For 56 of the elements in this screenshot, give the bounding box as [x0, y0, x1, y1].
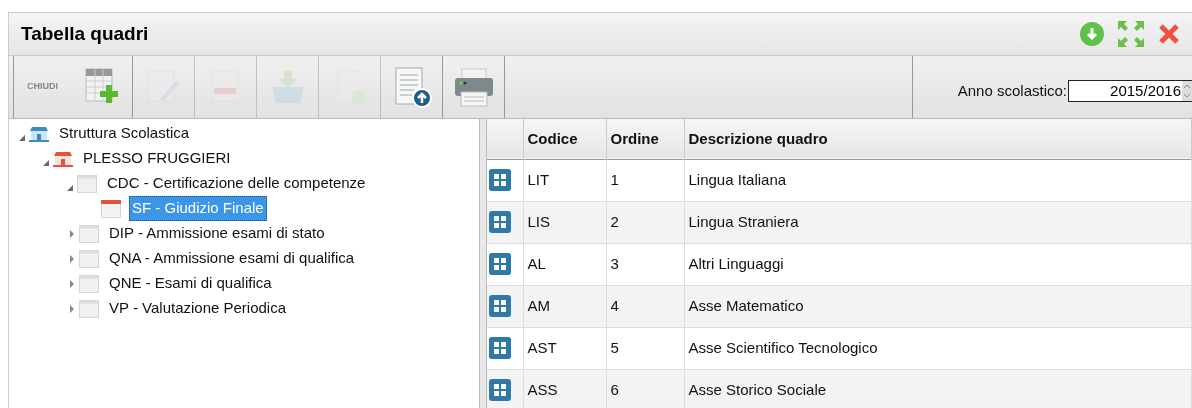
table-cell: LIT	[523, 159, 606, 201]
table-cell: ASS	[523, 369, 606, 408]
grid-icon[interactable]	[489, 337, 511, 359]
table-cell: LIS	[523, 201, 606, 243]
table-cell: 3	[606, 243, 684, 285]
table-cell: Asse Storico Sociale	[684, 369, 1192, 408]
table-cell: Lingua Straniera	[684, 201, 1192, 243]
collapsed-arrow-icon[interactable]	[69, 304, 75, 313]
window-title: Tabella quadri	[21, 21, 149, 46]
table-cell: 6	[606, 369, 684, 408]
grid-icon[interactable]	[489, 253, 511, 275]
grid-icon[interactable]	[489, 211, 511, 233]
year-spinner-field[interactable]: 2015/2016	[1068, 80, 1192, 102]
download-circle-icon[interactable]	[1080, 22, 1104, 46]
tree-item[interactable]: CDC - Certificazione delle competenze	[105, 172, 368, 195]
collapsed-arrow-icon[interactable]	[69, 279, 75, 288]
table-cell: Asse Matematico	[684, 285, 1192, 327]
collapsed-arrow-icon[interactable]	[69, 254, 75, 263]
school-building-icon	[29, 125, 49, 142]
grid-icon[interactable]	[489, 295, 511, 317]
spinner-arrows-icon[interactable]	[1182, 81, 1192, 101]
table-cell: AST	[523, 327, 606, 369]
column-header[interactable]: Descrizione quadro	[684, 119, 1192, 159]
table-cell: Asse Scientifico Tecnologico	[684, 327, 1192, 369]
window-icon	[79, 299, 99, 318]
window-icon	[79, 224, 99, 243]
table-cell: 1	[606, 159, 684, 201]
building-icon	[53, 150, 73, 167]
window-icon	[79, 274, 99, 293]
column-header[interactable]: Ordine	[606, 119, 684, 159]
year-label: Anno scolastico:	[957, 80, 1067, 101]
column-header[interactable]: Codice	[523, 119, 606, 159]
grid-icon[interactable]	[489, 379, 511, 401]
calendar-icon	[101, 199, 121, 218]
collapsed-arrow-icon[interactable]	[69, 229, 75, 238]
tree-item[interactable]: PLESSO FRUGGIERI	[81, 147, 233, 170]
grid-icon[interactable]	[489, 169, 511, 191]
table-cell: 4	[606, 285, 684, 327]
expanded-arrow-icon[interactable]	[67, 184, 73, 191]
tree-item[interactable]: VP - Valutazione Periodica	[107, 297, 289, 320]
window-icon	[77, 174, 97, 193]
expanded-arrow-icon[interactable]	[19, 134, 25, 141]
close-icon[interactable]	[1158, 23, 1180, 45]
tree-item[interactable]: Struttura Scolastica	[57, 122, 192, 145]
window-icon	[79, 249, 99, 268]
table-cell: Lingua Italiana	[684, 159, 1192, 201]
table-cell: Altri Linguaggi	[684, 243, 1192, 285]
table-cell: 2	[606, 201, 684, 243]
expanded-arrow-icon[interactable]	[43, 159, 49, 166]
table-cell: 5	[606, 327, 684, 369]
tree-item[interactable]: DIP - Ammissione esami di stato	[107, 222, 327, 245]
table-cell: AL	[523, 243, 606, 285]
maximize-icon[interactable]	[1118, 21, 1144, 47]
tree-item[interactable]: QNE - Esami di qualifica	[107, 272, 274, 295]
tree-item[interactable]: QNA - Ammissione esami di qualifica	[107, 247, 357, 270]
table-cell: AM	[523, 285, 606, 327]
